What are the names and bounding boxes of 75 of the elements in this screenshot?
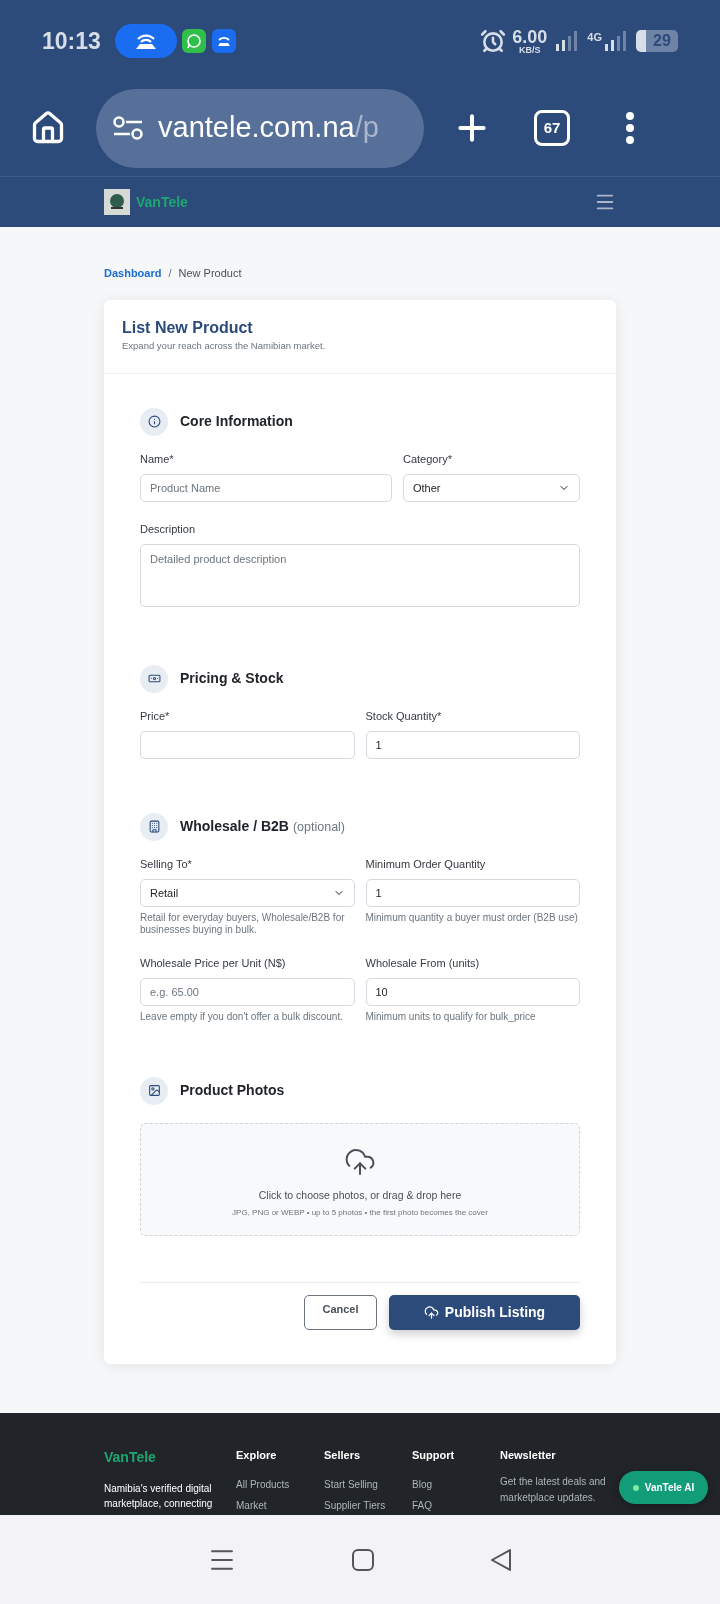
signal-icon [604, 30, 626, 52]
cancel-button[interactable]: Cancel [304, 1294, 377, 1330]
speed-unit: KB/S [519, 45, 541, 55]
back-icon[interactable] [489, 1547, 513, 1572]
signal-icon [555, 30, 578, 52]
url-text: vantele.com.na/p [158, 110, 379, 146]
field-label: Wholesale From (units) [365, 955, 481, 970]
field-label: Name* [140, 451, 175, 466]
footer-link[interactable]: Blog [412, 1476, 500, 1492]
textarea-field[interactable]: Detailed product description [140, 543, 580, 607]
footer-heading: Support [412, 1448, 456, 1463]
field-label: Category* [403, 451, 453, 466]
section-title: Pricing & Stock [180, 669, 284, 689]
section-title: Wholesale / B2B [180, 817, 289, 837]
footer-heading: Newsletter [500, 1448, 557, 1463]
home-button-icon[interactable] [351, 1547, 375, 1572]
help-text: Leave empty if you don't offer a bulk discount. [140, 1010, 344, 1023]
upload-text: Click to choose photos, or drag & drop here [258, 1187, 462, 1203]
input-field[interactable]: Product Name [140, 473, 392, 502]
input-field[interactable]: e.g. 65.00 [140, 977, 355, 1006]
field-label: Minimum Order Quantity [365, 856, 487, 871]
card-title: List New Product [122, 317, 254, 338]
footer-link[interactable]: FAQ [412, 1497, 500, 1513]
banknote-icon [140, 664, 168, 693]
help-text: Retail for everyday buyers, Wholesale/B2B for businesses buying in bulk. [140, 911, 346, 936]
section-title: Product Photos [180, 1081, 285, 1101]
alarm-icon [480, 28, 507, 54]
home-icon[interactable] [30, 110, 66, 146]
select-field[interactable]: Other [403, 473, 580, 502]
brand-logo [104, 189, 130, 215]
site-settings-icon [112, 115, 144, 141]
section-note: (optional) [292, 819, 346, 837]
info-icon [140, 407, 168, 436]
input-field[interactable]: 1 [365, 730, 580, 759]
field-label: Stock Quantity* [365, 708, 443, 723]
footer-heading: Explore [236, 1448, 278, 1463]
tab-count-button[interactable]: 67 [534, 110, 570, 146]
hotspot-pill-icon [114, 24, 177, 58]
footer-brand: VanTele [104, 1448, 157, 1467]
hotspot-icon [211, 29, 236, 53]
status-time: 10:13 [42, 26, 101, 56]
card-subtitle: Expand your reach across the Namibian market. [122, 338, 327, 353]
help-text: Minimum units to qualify for bulk_price [365, 1010, 537, 1023]
newsletter-text: Get the latest deals and marketplace updates. [500, 1474, 607, 1505]
footer-heading: Sellers [324, 1448, 362, 1463]
building-icon [140, 812, 168, 841]
select-field[interactable]: Retail [140, 878, 355, 907]
field-label: Selling To* [140, 856, 193, 871]
upload-icon [423, 1304, 439, 1320]
network-speed: 6.00 [512, 27, 548, 46]
battery-icon: 29 [636, 30, 678, 52]
address-bar[interactable]: vantele.com.na/p [96, 88, 424, 168]
footer-tagline: Namibia's verified digital marketplace, connecting [104, 1482, 214, 1511]
upload-dropzone[interactable]: Click to choose photos, or drag & drop here JPG, PNG or WEBP • up to 5 photos • the first photo becomes the cover [140, 1122, 580, 1236]
field-label: Description [140, 521, 197, 536]
more-menu-icon[interactable] [625, 112, 635, 144]
footer-link[interactable]: Start Selling [324, 1476, 412, 1492]
help-text: Minimum quantity a buyer must order (B2B use) [365, 911, 579, 924]
publish-button[interactable]: Publish Listing [389, 1294, 580, 1330]
chat-app-icon [181, 29, 206, 53]
input-field[interactable] [140, 730, 355, 759]
field-label: Price* [140, 708, 171, 723]
footer-link[interactable]: Market [236, 1497, 324, 1513]
input-field[interactable]: 1 [365, 878, 580, 907]
footer-link[interactable]: Supplier Tiers [324, 1497, 412, 1513]
input-field[interactable]: 10 [365, 977, 580, 1006]
footer-link[interactable]: All Products [236, 1476, 324, 1492]
upload-hint: JPG, PNG or WEBP • up to 5 photos • the first photo becomes the cover [232, 1206, 488, 1219]
network-type: 4G [587, 30, 602, 45]
section-title: Core Information [180, 412, 293, 432]
breadcrumb-link[interactable]: Dashboard [104, 265, 162, 282]
breadcrumb-current: New Product [178, 266, 242, 281]
breadcrumb-separator: / [168, 266, 172, 281]
field-label: Wholesale Price per Unit (N$) [140, 955, 287, 970]
image-icon [140, 1076, 168, 1105]
